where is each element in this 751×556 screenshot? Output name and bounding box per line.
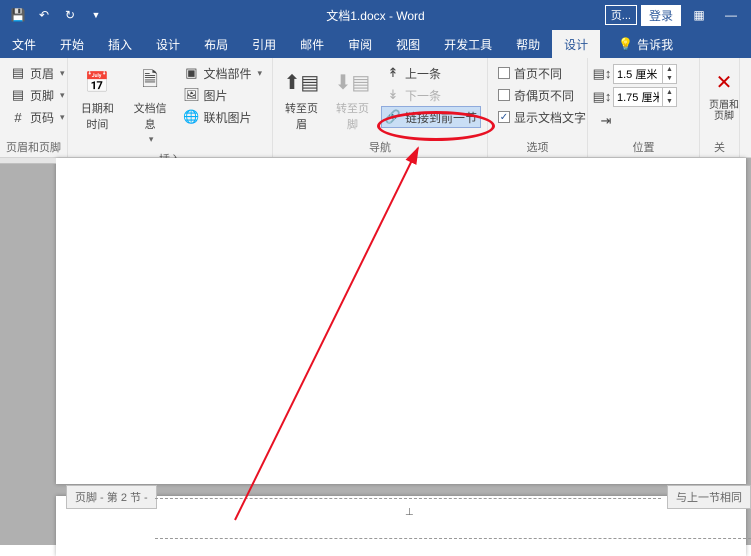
previous-button[interactable]: ↟ 上一条 — [381, 62, 481, 84]
header-position-icon: ▤↕ — [594, 66, 610, 82]
footer-button[interactable]: ▤ 页脚▾ — [6, 84, 69, 106]
next-icon: ↡ — [385, 87, 401, 103]
group-label-close: 关 — [706, 137, 733, 155]
qat-customize-icon[interactable]: ▼ — [84, 3, 108, 27]
tab-references[interactable]: 引用 — [240, 30, 288, 58]
close-header-footer-button[interactable]: ✕ 页眉和页脚 — [706, 62, 742, 126]
checkbox-icon — [498, 67, 510, 79]
lightbulb-icon: 💡 — [618, 37, 633, 51]
online-picture-icon: 🌐 — [183, 109, 199, 125]
tab-view[interactable]: 视图 — [384, 30, 432, 58]
footer-section-tag: 页脚 - 第 2 节 - — [66, 485, 157, 509]
tab-developer[interactable]: 开发工具 — [432, 30, 504, 58]
group-label-options: 选项 — [494, 137, 581, 155]
login-button[interactable]: 登录 — [641, 5, 681, 26]
qat-redo-icon[interactable]: ↻ — [58, 3, 82, 27]
tab-home[interactable]: 开始 — [48, 30, 96, 58]
checkbox-checked-icon: ✓ — [498, 111, 510, 123]
online-pictures-button[interactable]: 🌐 联机图片 — [179, 106, 266, 128]
tab-insert[interactable]: 插入 — [96, 30, 144, 58]
next-button: ↡ 下一条 — [381, 84, 481, 106]
close-icon: ✕ — [708, 66, 740, 98]
group-label-hf: 页眉和页脚 — [6, 137, 61, 155]
page-badge[interactable]: 页... — [605, 5, 637, 25]
checkbox-icon — [498, 89, 510, 101]
docinfo-button[interactable]: 🗎 文档信息 ▾ — [127, 62, 174, 149]
tab-file[interactable]: 文件 — [0, 30, 48, 58]
page-number-icon: # — [10, 109, 26, 125]
insert-alignment-tab-button[interactable]: ⇥ — [594, 110, 677, 132]
footer-icon: ▤ — [10, 87, 26, 103]
window-title: 文档1.docx - Word — [326, 7, 424, 24]
same-as-previous-tag: 与上一节相同 — [667, 485, 751, 509]
datetime-button[interactable]: 📅 日期和时间 — [74, 62, 121, 136]
tab-context-design[interactable]: 设计 — [552, 30, 600, 58]
tab-design[interactable]: 设计 — [144, 30, 192, 58]
header-boundary-line — [155, 538, 751, 539]
pictures-button[interactable]: 🖼 图片 — [179, 84, 266, 106]
group-label-position: 位置 — [594, 137, 693, 155]
minimize-icon[interactable]: — — [717, 4, 745, 26]
goto-header-icon: ⬆▤ — [285, 66, 317, 98]
link-to-previous-button[interactable]: 🔗 链接到前一节 — [381, 106, 481, 128]
page-1[interactable] — [56, 158, 746, 484]
spin-up-icon[interactable]: ▲ — [662, 65, 676, 74]
calendar-icon: 📅 — [81, 66, 113, 98]
spin-down-icon[interactable]: ▼ — [662, 74, 676, 83]
picture-icon: 🖼 — [183, 87, 199, 103]
header-button[interactable]: ▤ 页眉▾ — [6, 62, 69, 84]
footer-boundary-line — [155, 498, 661, 499]
goto-header-button[interactable]: ⬆▤ 转至页眉 — [279, 62, 324, 136]
footer-position-icon: ▤↕ — [594, 89, 610, 105]
goto-footer-icon: ⬇▤ — [336, 66, 368, 98]
tab-layout[interactable]: 布局 — [192, 30, 240, 58]
tab-review[interactable]: 审阅 — [336, 30, 384, 58]
qat-undo-icon[interactable]: ↶ — [32, 3, 56, 27]
spin-up-icon[interactable]: ▲ — [662, 88, 676, 97]
tab-icon: ⇥ — [598, 113, 614, 129]
tab-mailings[interactable]: 邮件 — [288, 30, 336, 58]
page-2[interactable] — [56, 496, 746, 556]
header-icon: ▤ — [10, 65, 26, 81]
group-label-nav: 导航 — [279, 137, 481, 155]
header-from-top-input[interactable]: ▲▼ — [613, 64, 677, 84]
text-cursor-marker: ⊥ — [405, 507, 414, 518]
link-icon: 🔗 — [385, 109, 401, 125]
first-page-different-checkbox[interactable]: 首页不同 — [494, 62, 590, 84]
tell-me[interactable]: 💡 告诉我 — [606, 30, 685, 58]
odd-even-different-checkbox[interactable]: 奇偶页不同 — [494, 84, 590, 106]
footer-from-bottom-input[interactable]: ▲▼ — [613, 87, 677, 107]
quickparts-button[interactable]: ▣ 文档部件▾ — [179, 62, 266, 84]
prev-icon: ↟ — [385, 65, 401, 81]
ruler-left-margin — [0, 158, 56, 164]
tab-help[interactable]: 帮助 — [504, 30, 552, 58]
spin-down-icon[interactable]: ▼ — [662, 97, 676, 106]
quickparts-icon: ▣ — [183, 65, 199, 81]
ribbon-display-icon[interactable]: ▦ — [685, 4, 713, 26]
goto-footer-button: ⬇▤ 转至页脚 — [330, 62, 375, 136]
page-number-button[interactable]: # 页码▾ — [6, 106, 69, 128]
show-document-text-checkbox[interactable]: ✓ 显示文档文字 — [494, 106, 590, 128]
qat-save-icon[interactable]: 💾 — [6, 3, 30, 27]
docinfo-icon: 🗎 — [134, 66, 166, 98]
